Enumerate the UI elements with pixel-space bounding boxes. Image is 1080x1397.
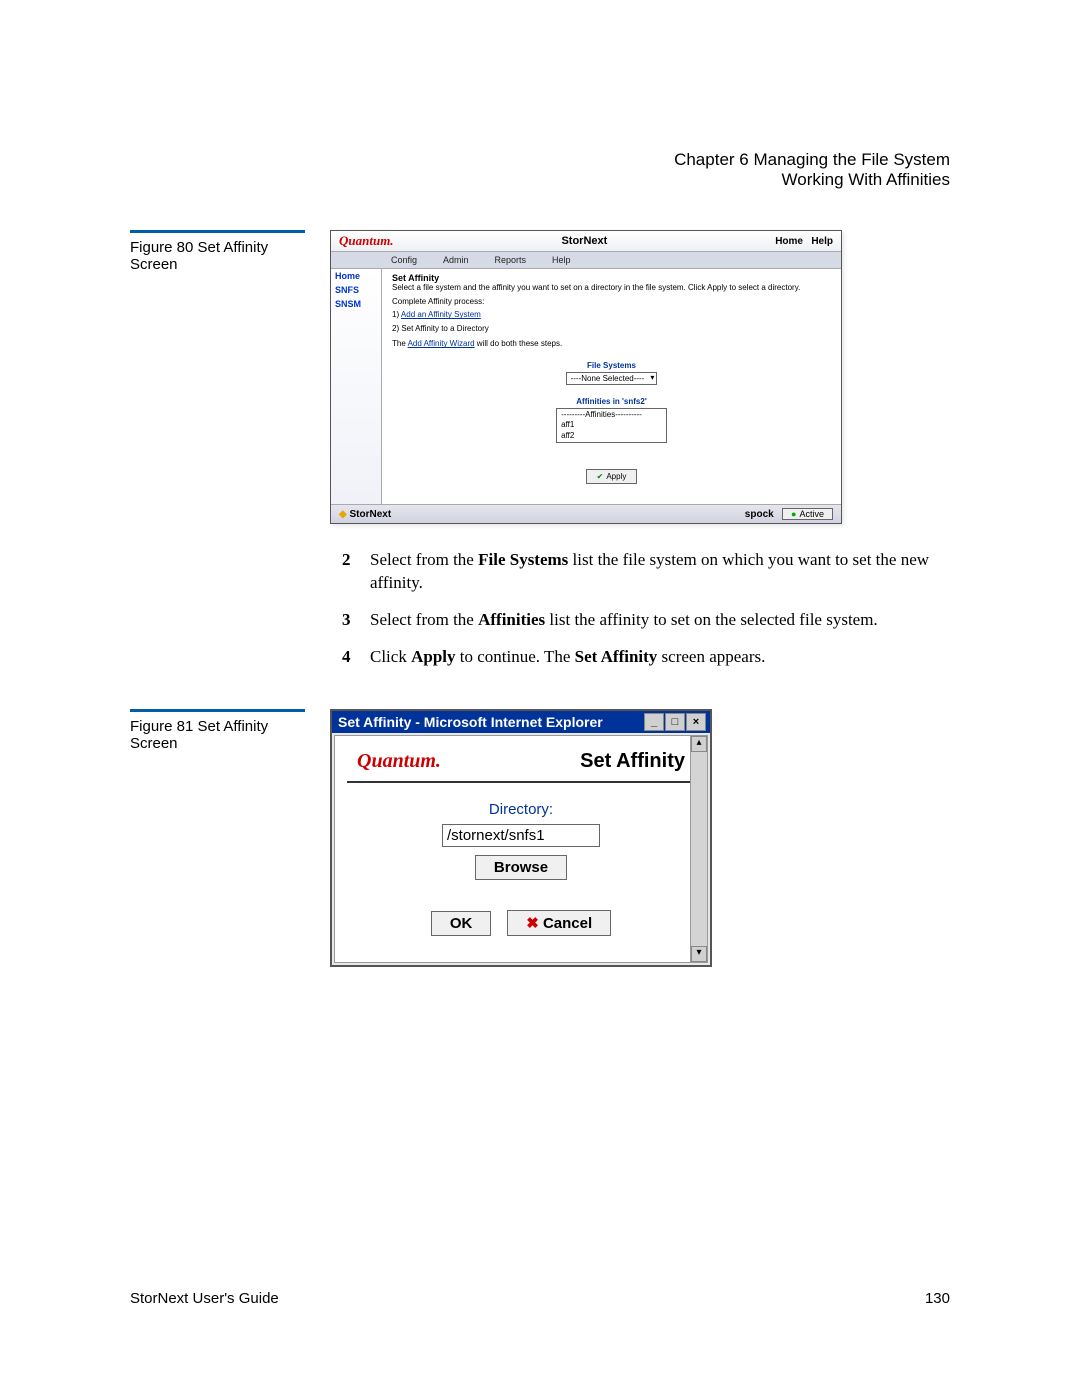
- sidebar-home[interactable]: Home: [335, 271, 377, 281]
- affinities-list[interactable]: ---------Affinities---------- aff1 aff2: [556, 408, 667, 443]
- add-affinity-link[interactable]: Add an Affinity System: [401, 310, 481, 319]
- list-item[interactable]: aff1: [561, 420, 642, 430]
- process-label: Complete Affinity process:: [392, 297, 831, 307]
- page-footer: StorNext User's Guide 130: [130, 1290, 950, 1307]
- menu-admin[interactable]: Admin: [443, 255, 469, 265]
- content-desc: Select a file system and the affinity yo…: [392, 283, 831, 293]
- menu-reports[interactable]: Reports: [495, 255, 527, 265]
- sidebar: Home SNFS SNSM: [331, 269, 382, 504]
- figure-divider: [130, 230, 305, 233]
- step-number: 4: [342, 646, 358, 669]
- sidebar-snsm[interactable]: SNSM: [335, 299, 377, 309]
- directory-label: Directory:: [335, 801, 707, 818]
- dialog-title: Set Affinity - Microsoft Internet Explor…: [338, 714, 603, 730]
- menu-help[interactable]: Help: [552, 255, 571, 265]
- stornext-main-window: Quantum. StorNext Home Help Config Admin…: [330, 230, 842, 524]
- affinities-label: Affinities in 'snfs2': [392, 397, 831, 406]
- divider: [347, 781, 695, 783]
- chapter-title: Chapter 6 Managing the File System: [130, 150, 950, 170]
- process-step2: 2) Set Affinity to a Directory: [392, 324, 831, 334]
- menu-config[interactable]: Config: [391, 255, 417, 265]
- guide-title: StorNext User's Guide: [130, 1290, 279, 1307]
- menu-bar: Config Admin Reports Help: [331, 252, 841, 269]
- cancel-button[interactable]: Cancel: [507, 910, 611, 936]
- quantum-logo: Quantum.: [339, 233, 394, 249]
- content-title: Set Affinity: [392, 273, 831, 283]
- minimize-icon[interactable]: _: [644, 713, 664, 731]
- status-badge[interactable]: Active: [782, 508, 833, 520]
- sidebar-snfs[interactable]: SNFS: [335, 285, 377, 295]
- apply-button[interactable]: Apply: [586, 469, 638, 484]
- quantum-logo: Quantum.: [357, 750, 441, 773]
- page-number: 130: [925, 1290, 950, 1307]
- figure-divider: [130, 709, 305, 712]
- help-link[interactable]: Help: [811, 236, 833, 247]
- set-affinity-dialog: Set Affinity - Microsoft Internet Explor…: [330, 709, 712, 967]
- section-title: Working With Affinities: [130, 170, 950, 190]
- figure-81-label: Figure 81 Set Affinity Screen: [130, 718, 305, 752]
- step-number: 3: [342, 609, 358, 632]
- footer-host: spock: [745, 509, 774, 520]
- close-icon[interactable]: ×: [686, 713, 706, 731]
- figure-80-label: Figure 80 Set Affinity Screen: [130, 239, 305, 273]
- list-item[interactable]: aff2: [561, 431, 642, 441]
- directory-input[interactable]: /stornext/snfs1: [442, 824, 600, 847]
- home-link[interactable]: Home: [775, 236, 803, 247]
- page-header: Chapter 6 Managing the File System Worki…: [130, 150, 950, 190]
- scrollbar[interactable]: ▴ ▾: [690, 736, 707, 962]
- app-title: StorNext: [561, 235, 607, 247]
- list-item[interactable]: ---------Affinities----------: [561, 410, 642, 420]
- browse-button[interactable]: Browse: [475, 855, 567, 880]
- instruction-list: 2 Select from the File Systems list the …: [342, 549, 950, 669]
- file-systems-label: File Systems: [392, 361, 831, 370]
- scroll-down-icon[interactable]: ▾: [691, 946, 707, 962]
- process-step1-prefix: 1): [392, 310, 401, 319]
- ok-button[interactable]: OK: [431, 911, 492, 936]
- maximize-icon[interactable]: □: [665, 713, 685, 731]
- footer-brand: StorNext: [339, 509, 391, 520]
- wizard-link[interactable]: Add Affinity Wizard: [408, 339, 475, 348]
- dialog-heading: Set Affinity: [580, 750, 685, 773]
- scroll-up-icon[interactable]: ▴: [691, 736, 707, 752]
- file-systems-select[interactable]: ----None Selected----: [566, 372, 658, 385]
- step-number: 2: [342, 549, 358, 595]
